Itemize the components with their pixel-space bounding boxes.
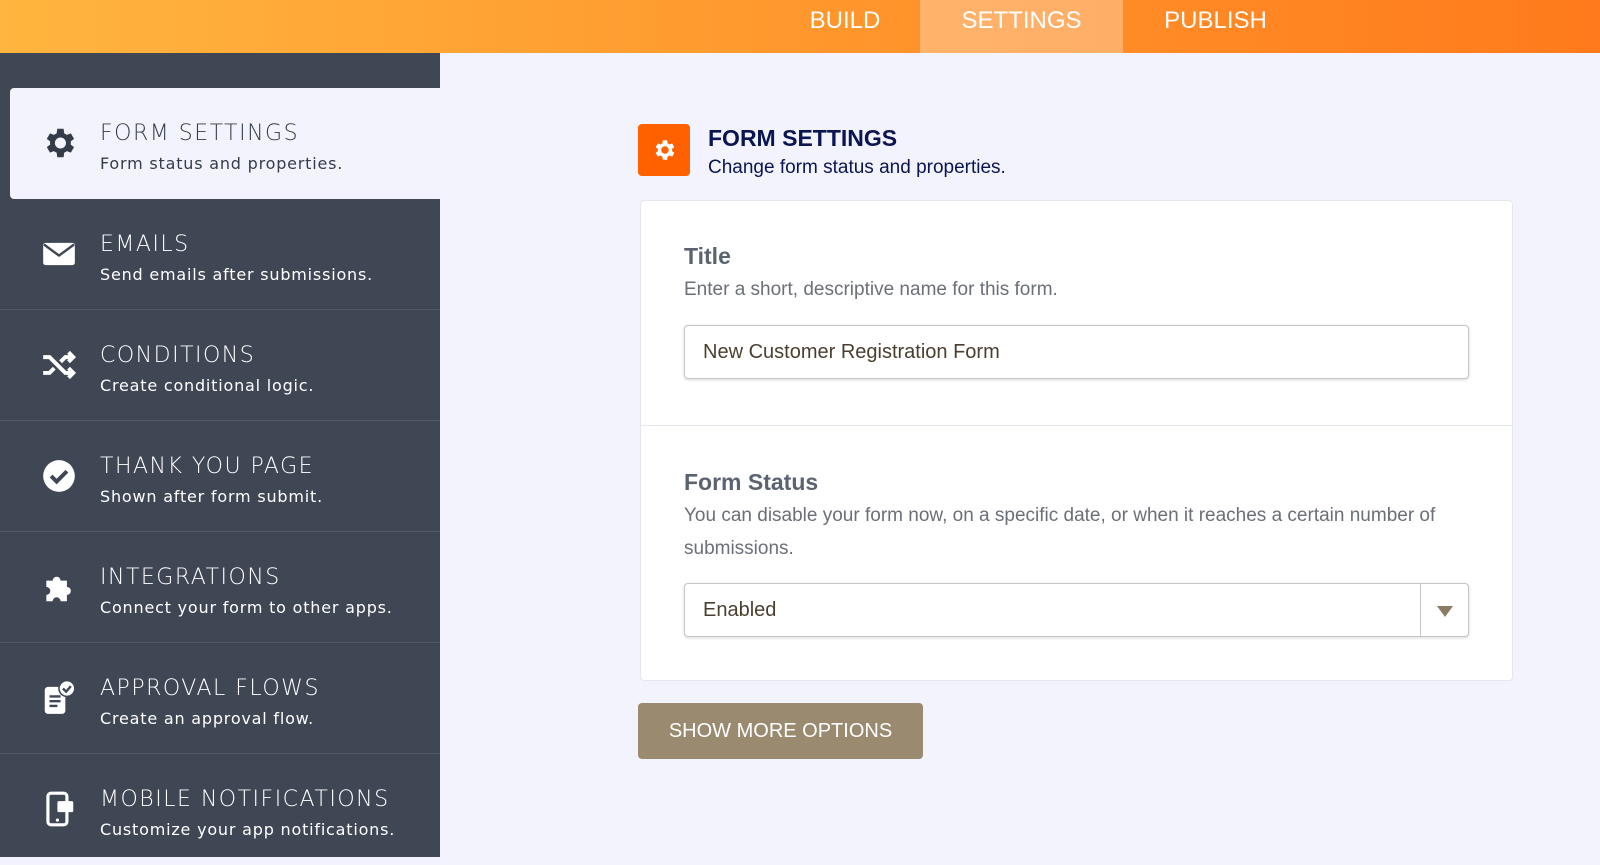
page-subtitle: Change form status and properties.: [708, 157, 1006, 178]
gear-icon: [46, 128, 75, 158]
tab-publish[interactable]: PUBLISH: [1123, 0, 1308, 53]
sidebar-item-approval-flows[interactable]: APPROVAL FLOWS Create an approval flow.: [0, 643, 440, 754]
sidebar-item-subtitle: Customize your app notifications.: [100, 820, 396, 839]
puzzle-icon: [46, 576, 71, 602]
sidebar-item-conditions[interactable]: CONDITIONS Create conditional logic.: [0, 310, 440, 421]
tab-build[interactable]: BUILD: [770, 0, 920, 53]
title-label: Title: [684, 243, 731, 269]
show-more-options-button[interactable]: SHOW MORE OPTIONS: [638, 703, 923, 759]
sidebar-item-title: MOBILE NOTIFICATIONS: [100, 787, 390, 812]
sidebar: FORM SETTINGS Form status and properties…: [0, 53, 440, 857]
top-nav: BUILD SETTINGS PUBLISH: [0, 0, 1600, 53]
approval-icon: [44, 679, 76, 714]
sidebar-item-mobile-notifications[interactable]: MOBILE NOTIFICATIONS Customize your app …: [0, 754, 440, 865]
shuffle-icon: [43, 350, 77, 380]
sidebar-item-subtitle: Create an approval flow.: [100, 709, 314, 728]
settings-card: Title Enter a short, descriptive name fo…: [640, 200, 1513, 681]
chevron-down-icon[interactable]: [1420, 584, 1468, 636]
form-status-description: You can disable your form now, on a spec…: [684, 505, 1436, 559]
sidebar-item-subtitle: Create conditional logic.: [100, 376, 315, 395]
form-status-select[interactable]: Enabled: [684, 583, 1469, 637]
sidebar-item-title: EMAILS: [100, 232, 190, 257]
envelope-icon: [43, 242, 75, 266]
sidebar-item-title: CONDITIONS: [100, 343, 256, 368]
sidebar-item-form-settings[interactable]: FORM SETTINGS Form status and properties…: [10, 88, 440, 199]
sidebar-item-title: INTEGRATIONS: [100, 565, 281, 590]
sidebar-item-integrations[interactable]: INTEGRATIONS Connect your form to other …: [0, 532, 440, 643]
sidebar-item-subtitle: Send emails after submissions.: [100, 265, 373, 284]
page-title: FORM SETTINGS: [708, 125, 898, 151]
sidebar-item-title: THANK YOU PAGE: [100, 454, 315, 479]
sidebar-item-thank-you-page[interactable]: THANK YOU PAGE Shown after form submit.: [0, 421, 440, 532]
sidebar-item-subtitle: Connect your form to other apps.: [100, 598, 393, 617]
divider: [641, 425, 1512, 426]
form-status-value: Enabled: [703, 599, 777, 621]
title-input[interactable]: [684, 325, 1469, 379]
sidebar-item-subtitle: Form status and properties.: [100, 154, 344, 173]
sidebar-item-title: APPROVAL FLOWS: [100, 676, 320, 701]
tab-settings[interactable]: SETTINGS: [920, 0, 1123, 53]
sidebar-item-emails[interactable]: EMAILS Send emails after submissions.: [0, 199, 440, 310]
sidebar-item-title: FORM SETTINGS: [100, 121, 300, 146]
title-description: Enter a short, descriptive name for this…: [684, 279, 1058, 300]
settings-gear-badge: [638, 124, 690, 176]
gear-icon: [655, 140, 675, 160]
mobile-icon: [46, 791, 74, 827]
check-circle-icon: [43, 460, 75, 492]
sidebar-item-subtitle: Shown after form submit.: [100, 487, 323, 506]
form-status-label: Form Status: [684, 469, 819, 495]
